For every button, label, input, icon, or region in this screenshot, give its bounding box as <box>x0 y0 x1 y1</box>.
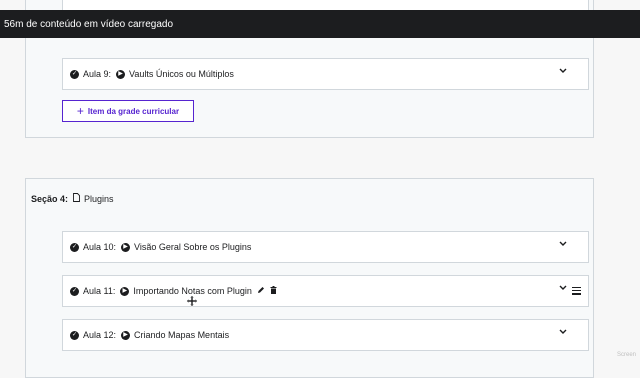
chevron-down-icon[interactable] <box>559 68 567 75</box>
section-title: Plugins <box>84 193 114 204</box>
play-icon: ▶ <box>116 69 126 79</box>
chevron-down-icon[interactable] <box>559 329 567 336</box>
lecture-item-10[interactable]: ✓ Aula 10: ▶ Visão Geral Sobre os Plugin… <box>62 231 589 263</box>
add-curriculum-item-button[interactable]: + Item da grade curricular <box>62 100 194 122</box>
chevron-down-icon[interactable] <box>559 285 567 292</box>
check-circle-icon: ✓ <box>70 242 79 252</box>
lecture-tools <box>257 286 277 296</box>
section-number: Seção 4: <box>31 193 69 204</box>
play-icon: ▶ <box>120 286 130 296</box>
play-icon: ▶ <box>121 330 131 340</box>
plus-icon: + <box>76 104 84 118</box>
file-icon <box>73 193 80 204</box>
trash-icon[interactable] <box>270 286 277 296</box>
check-circle-icon: ✓ <box>70 69 79 79</box>
lecture-number: Aula 9: <box>83 69 112 79</box>
check-circle-icon: ✓ <box>70 330 79 340</box>
section-4-header: Seção 4: Plugins <box>31 193 114 204</box>
lecture-number: Aula 10: <box>83 242 117 252</box>
add-button-label: Item da grade curricular <box>87 106 180 116</box>
lecture-number: Aula 12: <box>83 330 117 340</box>
hamburger-icon[interactable] <box>572 287 581 297</box>
lecture-item-9[interactable]: ✓ Aula 9: ▶ Vaults Únicos ou Múltiplos <box>62 58 589 90</box>
watermark: Screen <box>616 352 636 358</box>
play-icon: ▶ <box>121 242 131 252</box>
toast-text: 56m de conteúdo em vídeo carregado <box>4 18 173 30</box>
chevron-down-icon[interactable] <box>559 241 567 248</box>
lecture-item-11[interactable]: ✓ Aula 11: ▶ Importando Notas com Plugin <box>62 275 589 307</box>
upload-toast: 56m de conteúdo em vídeo carregado <box>0 10 640 38</box>
check-circle-icon: ✓ <box>70 286 79 296</box>
lecture-number: Aula 11: <box>83 286 116 296</box>
lecture-title: Vaults Únicos ou Múltiplos <box>129 69 234 79</box>
lecture-item-12[interactable]: ✓ Aula 12: ▶ Criando Mapas Mentais <box>62 319 589 351</box>
lecture-title: Visão Geral Sobre os Plugins <box>134 242 252 252</box>
lecture-title: Criando Mapas Mentais <box>134 330 230 340</box>
move-cursor-icon <box>186 294 198 307</box>
pencil-icon[interactable] <box>257 286 265 296</box>
